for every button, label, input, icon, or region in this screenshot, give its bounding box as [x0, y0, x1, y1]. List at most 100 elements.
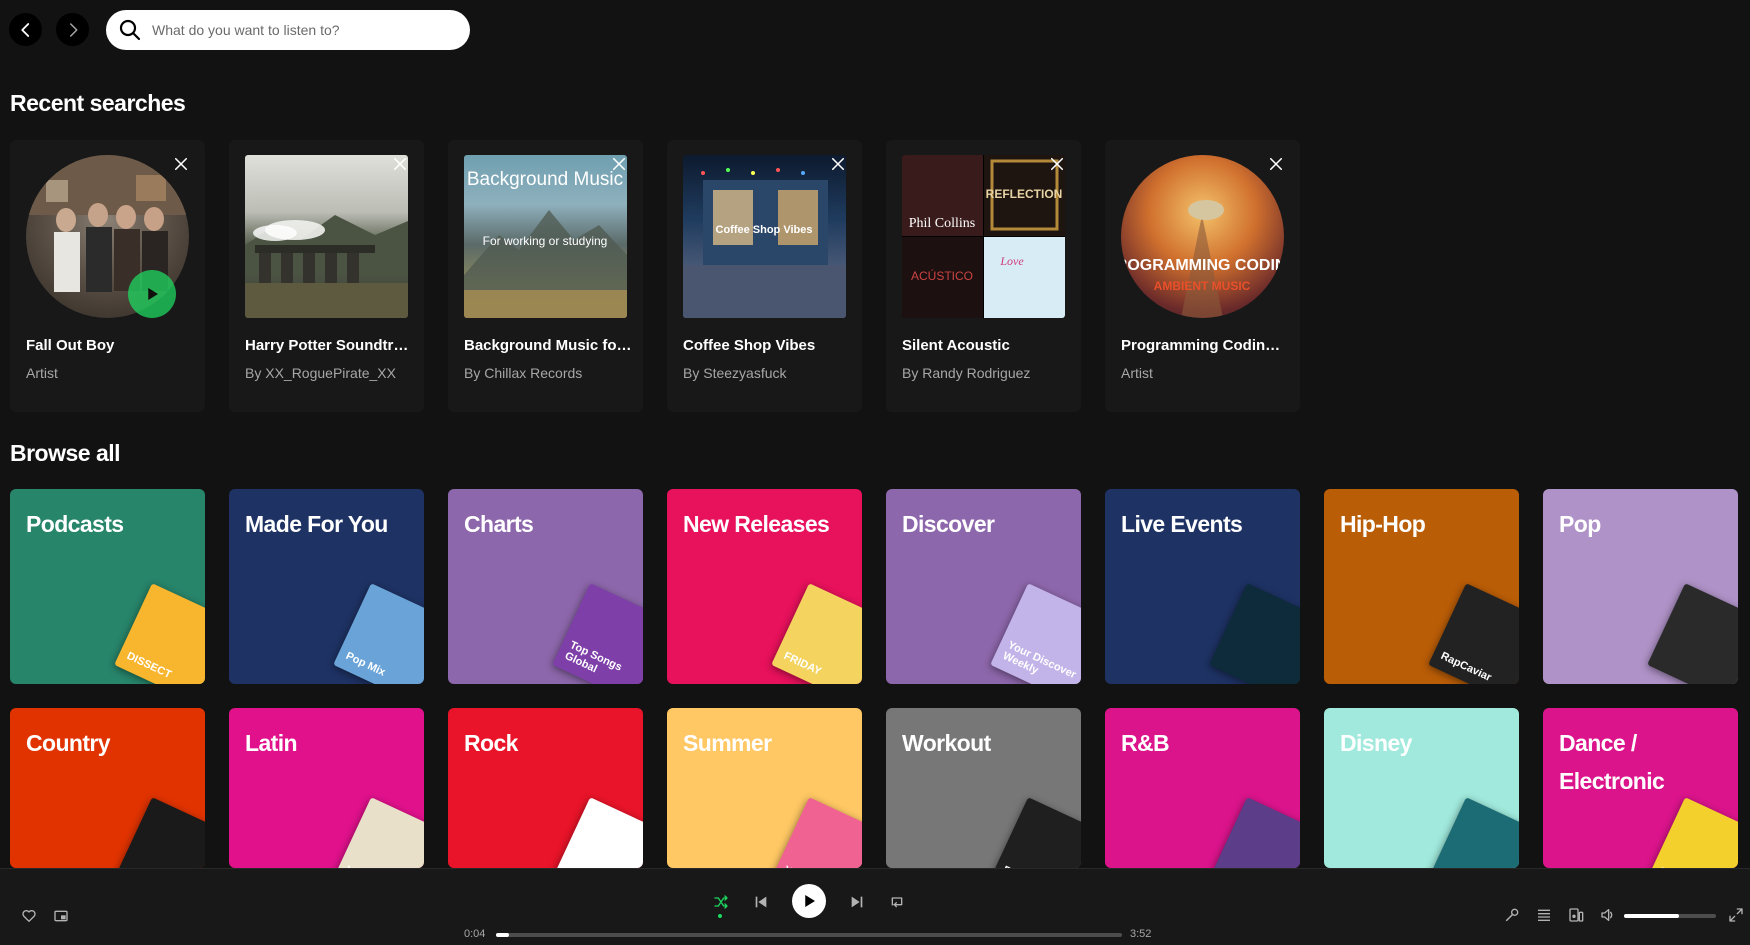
shuffle-button[interactable] — [712, 893, 730, 911]
tile-cover-image: Pop Mix — [333, 583, 424, 684]
tile-cover-image — [1209, 797, 1300, 868]
genre-tile[interactable]: Summer Your — [667, 708, 862, 868]
volume-slider[interactable] — [1624, 914, 1716, 918]
card-subtitle: By Steezyasfuck — [683, 365, 787, 381]
recent-card[interactable]: Coffee Shop Vibes Coffee Shop Vibes By S… — [667, 140, 862, 412]
repeat-button[interactable] — [888, 893, 906, 911]
tile-label: Workout — [902, 730, 991, 756]
tile-cover-text: DISSECT — [124, 650, 174, 682]
close-icon — [1269, 157, 1283, 171]
train-bridge-image — [245, 215, 408, 318]
mosaic-text-4: Love — [999, 254, 1024, 268]
genre-tile[interactable]: R&B — [1105, 708, 1300, 868]
remove-button[interactable] — [826, 152, 850, 176]
tile-label: Discover — [902, 511, 995, 537]
previous-button[interactable] — [752, 893, 770, 911]
genre-tile[interactable]: Made For You Pop Mix — [229, 489, 424, 684]
playlist-cover: Background Music For working or studying — [464, 155, 627, 318]
tile-cover-image — [114, 797, 205, 868]
mosaic-text-1: Phil Collins — [909, 216, 976, 231]
back-button[interactable] — [9, 13, 42, 46]
genre-tile[interactable]: Rock Rock This — [448, 708, 643, 868]
shuffle-active-dot — [718, 914, 722, 918]
search-bar[interactable] — [106, 10, 470, 50]
progress-bar[interactable] — [496, 933, 1122, 937]
tile-cover-text: Pop Mix — [343, 650, 388, 679]
genre-tile[interactable]: Podcasts DISSECT — [10, 489, 205, 684]
chevron-right-icon — [69, 22, 77, 37]
pip-button[interactable] — [52, 907, 70, 925]
genre-tile[interactable]: Pop — [1543, 489, 1738, 684]
cover-title-1: Background Music — [467, 169, 623, 190]
genre-tile[interactable]: Workout Beast Mode — [886, 708, 1081, 868]
remove-button[interactable] — [169, 152, 193, 176]
tile-label: Podcasts — [26, 511, 124, 537]
genre-tile[interactable]: Discover Your Discover Weekly — [886, 489, 1081, 684]
cover-subtitle: AMBIENT MUSIC — [1154, 279, 1251, 293]
tile-cover-image: Rock This — [552, 797, 643, 868]
play-button[interactable] — [128, 270, 176, 318]
search-input[interactable] — [152, 22, 452, 38]
fullscreen-icon — [1729, 908, 1743, 922]
tile-cover-image — [1428, 797, 1519, 868]
close-icon — [174, 157, 188, 171]
remove-button[interactable] — [1264, 152, 1288, 176]
duration-time: 3:52 — [1130, 928, 1152, 940]
coffee-shop-image: Coffee Shop Vibes — [683, 168, 846, 318]
connect-device-button[interactable] — [1567, 906, 1585, 924]
genre-tile[interactable]: Live Events — [1105, 489, 1300, 684]
card-subtitle: By Randy Rodriguez — [902, 365, 1031, 381]
next-button[interactable] — [848, 893, 866, 911]
cover-title: Coffee Shop Vibes — [716, 224, 813, 236]
browse-all-heading: Browse all — [10, 440, 121, 466]
remove-button[interactable] — [607, 152, 631, 176]
fullscreen-button[interactable] — [1727, 906, 1745, 924]
genre-tile[interactable]: Dance / Electronicmint — [1543, 708, 1738, 868]
remove-button[interactable] — [388, 152, 412, 176]
recent-card[interactable]: Fall Out Boy Artist — [10, 140, 205, 412]
genre-tile[interactable]: New Releases FRIDAY — [667, 489, 862, 684]
genre-tile[interactable]: Latin VIVA — [229, 708, 424, 868]
card-subtitle: By XX_RoguePirate_XX — [245, 365, 396, 381]
connect-device-icon — [1569, 908, 1584, 922]
genre-tile[interactable]: Country — [10, 708, 205, 868]
tile-cover-image — [1647, 583, 1738, 684]
remove-button[interactable] — [1045, 152, 1069, 176]
tile-label: Latin — [245, 730, 298, 756]
genre-tile[interactable]: Hip-Hop RapCaviar — [1324, 489, 1519, 684]
recent-card[interactable]: Harry Potter Soundtrack By XX_RoguePirat… — [229, 140, 424, 412]
close-icon — [612, 157, 626, 171]
genre-tile[interactable]: Charts Top Songs Global — [448, 489, 643, 684]
progress-fill — [496, 933, 509, 937]
tile-label: Pop — [1559, 511, 1601, 537]
lyrics-button[interactable] — [1503, 906, 1521, 924]
recent-card[interactable]: Phil Collins REFLECTION ACÚSTICO Love Si… — [886, 140, 1081, 412]
tile-cover-image: DISSECT — [114, 583, 205, 684]
tile-cover-text: FRIDAY — [781, 650, 824, 678]
recent-card[interactable]: PROGRAMMING CODING AMBIENT MUSIC Program… — [1105, 140, 1300, 412]
card-title: Harry Potter Soundtrack — [245, 337, 413, 354]
card-subtitle: Artist — [1121, 365, 1153, 381]
queue-button[interactable] — [1535, 906, 1553, 924]
recent-card[interactable]: Background Music For working or studying… — [448, 140, 643, 412]
ambient-art-image: PROGRAMMING CODING AMBIENT MUSIC — [1121, 200, 1284, 318]
card-title: Coffee Shop Vibes — [683, 337, 816, 354]
shuffle-icon — [714, 895, 728, 909]
play-pause-button[interactable] — [792, 884, 826, 918]
mosaic-text-3: ACÚSTICO — [911, 268, 973, 283]
tile-label: Summer — [683, 730, 772, 756]
tile-cover-image: VIVA — [333, 797, 424, 868]
mosaic-text-2: REFLECTION — [986, 187, 1063, 201]
playlist-cover: Coffee Shop Vibes — [683, 155, 846, 318]
tile-label: Dance / Electronic — [1559, 730, 1665, 794]
tile-cover-image: Your Discover Weekly — [990, 583, 1081, 684]
mute-button[interactable] — [1599, 906, 1617, 924]
like-button[interactable] — [20, 907, 38, 925]
genre-tile[interactable]: Disney — [1324, 708, 1519, 868]
tile-label: Country — [26, 730, 111, 756]
player-bar: 0:04 3:52 — [0, 868, 1750, 945]
tile-label: Live Events — [1121, 511, 1243, 537]
tile-label: Hip-Hop — [1340, 511, 1426, 537]
cover-title: PROGRAMMING CODING — [1121, 257, 1284, 274]
forward-button[interactable] — [56, 13, 89, 46]
